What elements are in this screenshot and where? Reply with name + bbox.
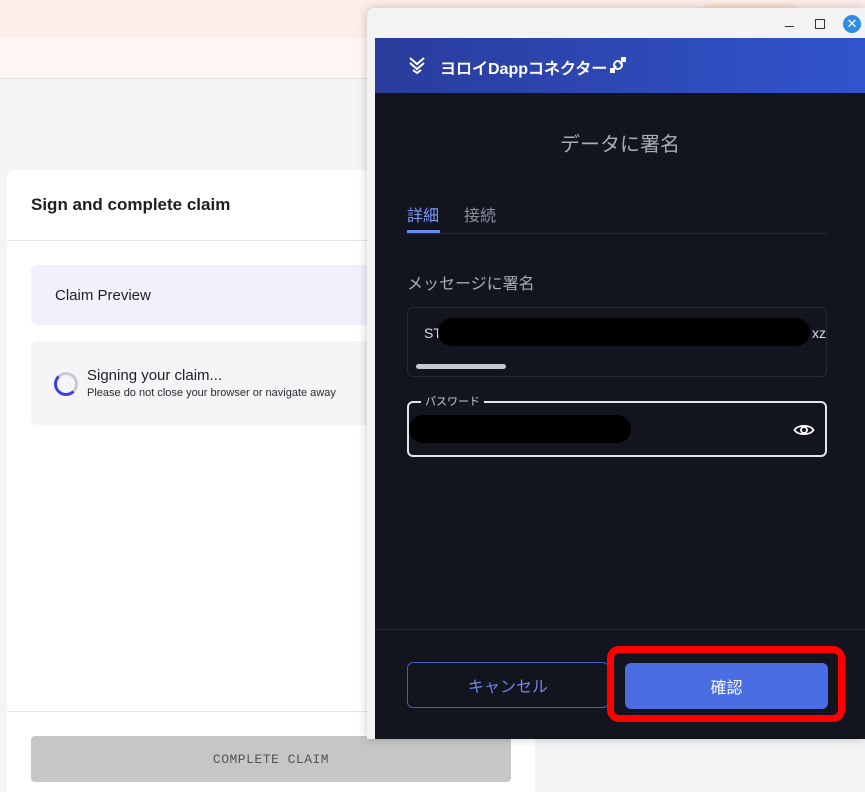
password-redaction bbox=[409, 415, 631, 443]
page-title: データに署名 bbox=[560, 134, 680, 156]
complete-claim-button[interactable]: COMPLETE CLAIM bbox=[31, 736, 511, 782]
app-header: ヨロイDappコネクター bbox=[375, 38, 865, 93]
tab-details[interactable]: 詳細 bbox=[407, 202, 439, 226]
password-label: パスワード bbox=[421, 393, 484, 409]
minimize-icon[interactable] bbox=[783, 16, 797, 30]
cancel-button[interactable]: キャンセル bbox=[407, 662, 609, 708]
loading-spinner-icon bbox=[54, 372, 78, 396]
message-label: メッセージに署名 bbox=[407, 276, 535, 293]
footer-divider bbox=[375, 629, 865, 630]
dapp-connector-window: ✕ ヨロイDappコネクター データに署名 詳細 接続 メッセージに署名 ST bbox=[367, 8, 865, 739]
confirm-button[interactable]: 確認 bbox=[625, 663, 828, 709]
signing-title: Signing your claim... bbox=[87, 367, 223, 384]
dapp-connector-app: ヨロイDappコネクター データに署名 詳細 接続 メッセージに署名 ST xz… bbox=[375, 38, 865, 739]
password-field[interactable]: パスワード bbox=[407, 393, 827, 457]
yoroi-logo-icon bbox=[409, 57, 425, 75]
message-text-end: xzl bbox=[812, 325, 826, 341]
signing-subtitle: Please do not close your browser or navi… bbox=[87, 387, 336, 399]
tabs-divider bbox=[407, 233, 827, 234]
message-scrollbar[interactable] bbox=[416, 364, 506, 369]
maximize-icon[interactable] bbox=[813, 16, 827, 30]
claim-preview-label: Claim Preview bbox=[55, 287, 151, 304]
close-icon[interactable]: ✕ bbox=[843, 15, 861, 33]
connector-icon bbox=[610, 57, 626, 73]
tab-connection[interactable]: 接続 bbox=[464, 202, 496, 226]
message-redaction bbox=[438, 318, 810, 346]
card-title: Sign and complete claim bbox=[31, 195, 231, 214]
message-box[interactable]: ST xzl bbox=[407, 307, 827, 377]
eye-icon[interactable] bbox=[793, 419, 815, 441]
window-titlebar: ✕ bbox=[367, 8, 865, 38]
header-title: ヨロイDappコネクター bbox=[440, 61, 608, 78]
